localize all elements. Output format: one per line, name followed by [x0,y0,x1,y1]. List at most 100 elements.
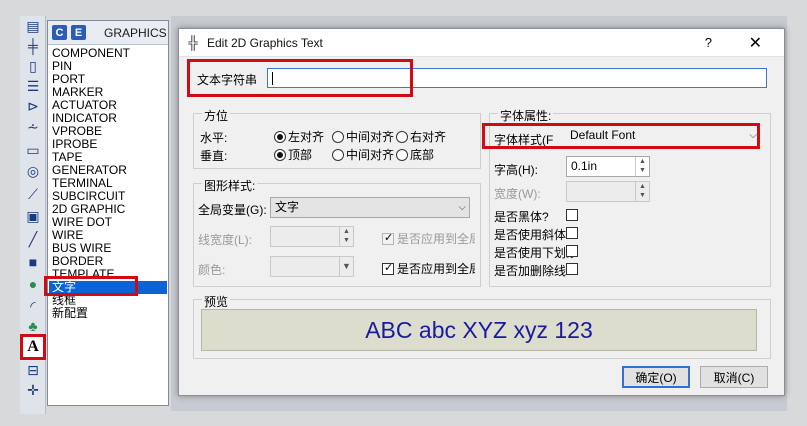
checkbox-icon [382,231,394,245]
chevron-down-icon: ⌵ [749,130,757,141]
spinner-arrows-icon: ▲ ▼ [635,157,649,176]
radio-icon [396,148,408,161]
chevron-down-icon: ⌵ [458,202,466,213]
radio-icon [396,130,408,143]
v-top-radio[interactable]: 顶部 [274,146,312,163]
strikethrough-checkbox[interactable] [566,263,578,278]
font-width-label: 宽度(W): [494,187,541,201]
origin-icon[interactable]: ✛ [23,380,43,400]
pick-devices-button[interactable]: C [52,25,67,40]
checkbox-icon [566,263,578,275]
checkbox-icon [382,261,394,275]
h-right-radio[interactable]: 右对齐 [396,128,446,145]
font-height-label: 字高(H): [494,163,538,177]
terminal-icon[interactable]: ⟋ [23,184,43,204]
v-bottom-radio[interactable]: 底部 [396,146,434,163]
mode-toolbar: ▤ ╪ ▯ ☰ ⊳ ⩪ ▭ ◎ ⟋ ▣ ╱ ■ ● ◜ ♣ A ⊟ ✛ [20,16,46,414]
radio-icon [332,130,344,143]
font-height-value: 0.1in [571,159,598,173]
font-attributes-group: 字体属性: 字体样式(F Default Font ⌵ 字高(H): 0.1in… [489,107,771,287]
h-left-radio[interactable]: 左对齐 [274,128,324,145]
strikethrough-label: 是否加删除线? [494,264,573,278]
text-string-input[interactable] [267,68,767,88]
position-group-title: 方位 [202,107,231,124]
close-button[interactable]: ✕ [749,33,762,53]
marker-icon[interactable]: ⊳ [23,96,43,116]
checkbox-icon [566,209,578,221]
line-width-spinner[interactable]: ▲ ▼ [270,226,354,247]
path-icon[interactable]: ♣ [23,316,43,336]
font-height-spinner[interactable]: 0.1in ▲ ▼ [566,156,650,177]
graph-icon[interactable]: ▭ [23,140,43,160]
list-item[interactable]: 新配置 [52,307,168,320]
font-attributes-title: 字体属性: [498,107,554,124]
help-button[interactable]: ? [705,35,712,50]
font-style-select[interactable]: Default Font ⌵ [566,126,760,147]
radio-icon [332,148,344,161]
global-style-label: 全局变量(G): [198,203,267,217]
radio-icon [274,148,286,161]
v-middle-radio[interactable]: 中间对齐 [332,146,394,163]
underline-label: 是否使用下划线? [494,246,574,260]
object-selector-panel: C E GRAPHICS COMPONENT PIN PORT MARKER A… [47,20,169,406]
dialog-title: Edit 2D Graphics Text [207,35,323,50]
tape-icon[interactable]: ▣ [23,206,43,226]
line-width-label: 线宽度(L): [198,233,253,247]
preview-text: ABC abc XYZ xyz 123 [365,316,593,343]
preview-box: ABC abc XYZ xyz 123 [201,309,757,351]
radio-label: 右对齐 [410,130,447,144]
dialog-titlebar: ╬ Edit 2D Graphics Text ? ✕ [179,29,784,57]
object-selector-header: C E GRAPHICS [48,21,168,45]
underline-checkbox[interactable] [566,245,578,260]
h-center-radio[interactable]: 中间对齐 [332,128,394,145]
radio-label: 顶部 [288,148,313,162]
panel-title: GRAPHICS [104,25,167,40]
symbol-icon[interactable]: ⊟ [23,360,43,380]
edit-text-dialog: ╬ Edit 2D Graphics Text ? ✕ 文本字符串 方位 水平:… [178,28,785,396]
box-icon[interactable]: ■ [23,252,43,272]
pin-icon[interactable]: ╪ [23,36,43,56]
cancel-button[interactable]: 取消(C) [700,366,768,388]
font-style-label: 字体样式(F [494,133,554,147]
graphics-style-title: 图形样式: [202,177,258,194]
spinner-arrows-icon: ▲ ▼ [635,182,649,201]
global-style-value: 文字 [275,200,300,214]
checkbox-icon [566,245,578,257]
font-style-value: Default Font [570,128,636,142]
apply-global-line-checkbox[interactable]: 是否应用到全局 [382,230,475,247]
library-manager-button[interactable]: E [71,25,86,40]
position-group: 方位 水平: 垂直: 左对齐 中间对齐 右对齐 顶部 中间对齐 底部 [193,107,481,169]
line-icon[interactable]: ╱ [23,229,43,249]
vertical-label: 垂直: [200,149,228,163]
horizontal-label: 水平: [200,131,228,145]
text-icon[interactable]: A [20,334,46,360]
checkbox-label: 是否应用到全局 [397,262,475,276]
chevron-down-icon: ▼ [339,257,353,276]
color-picker[interactable]: ▼ [270,256,354,277]
bold-checkbox[interactable] [566,209,578,224]
italic-label: 是否使用斜体? [494,228,573,242]
color-label: 颜色: [198,263,226,277]
italic-checkbox[interactable] [566,227,578,242]
circle-icon[interactable]: ● [23,274,43,294]
arc-icon[interactable]: ◜ [23,296,43,316]
generator-icon[interactable]: ◎ [23,161,43,181]
global-style-select[interactable]: 文字 ⌵ [270,197,470,218]
component-icon[interactable]: ▯ [23,56,43,76]
probe-icon[interactable]: ⩪ [23,117,43,137]
graphics-style-group: 图形样式: 全局变量(G): 文字 ⌵ 线宽度(L): ▲▼ 是否应用到全局 颜… [193,177,481,287]
font-width-spinner[interactable]: ▲ ▼ [566,181,650,202]
checkbox-label: 是否应用到全局 [397,232,475,246]
grid-icon[interactable]: ▤ [23,16,43,36]
radio-label: 底部 [410,148,435,162]
radio-label: 中间对齐 [346,148,395,162]
ok-button[interactable]: 确定(O) [622,366,690,388]
apply-global-color-checkbox[interactable]: 是否应用到全局 [382,260,475,277]
port-icon[interactable]: ☰ [23,76,43,96]
app-icon: ╬ [188,35,198,50]
text-string-label: 文本字符串 [197,73,258,87]
spinner-arrows-icon: ▲ ▼ [339,227,353,246]
radio-label: 中间对齐 [346,130,395,144]
bold-label: 是否黑体? [494,210,549,224]
radio-label: 左对齐 [288,130,325,144]
